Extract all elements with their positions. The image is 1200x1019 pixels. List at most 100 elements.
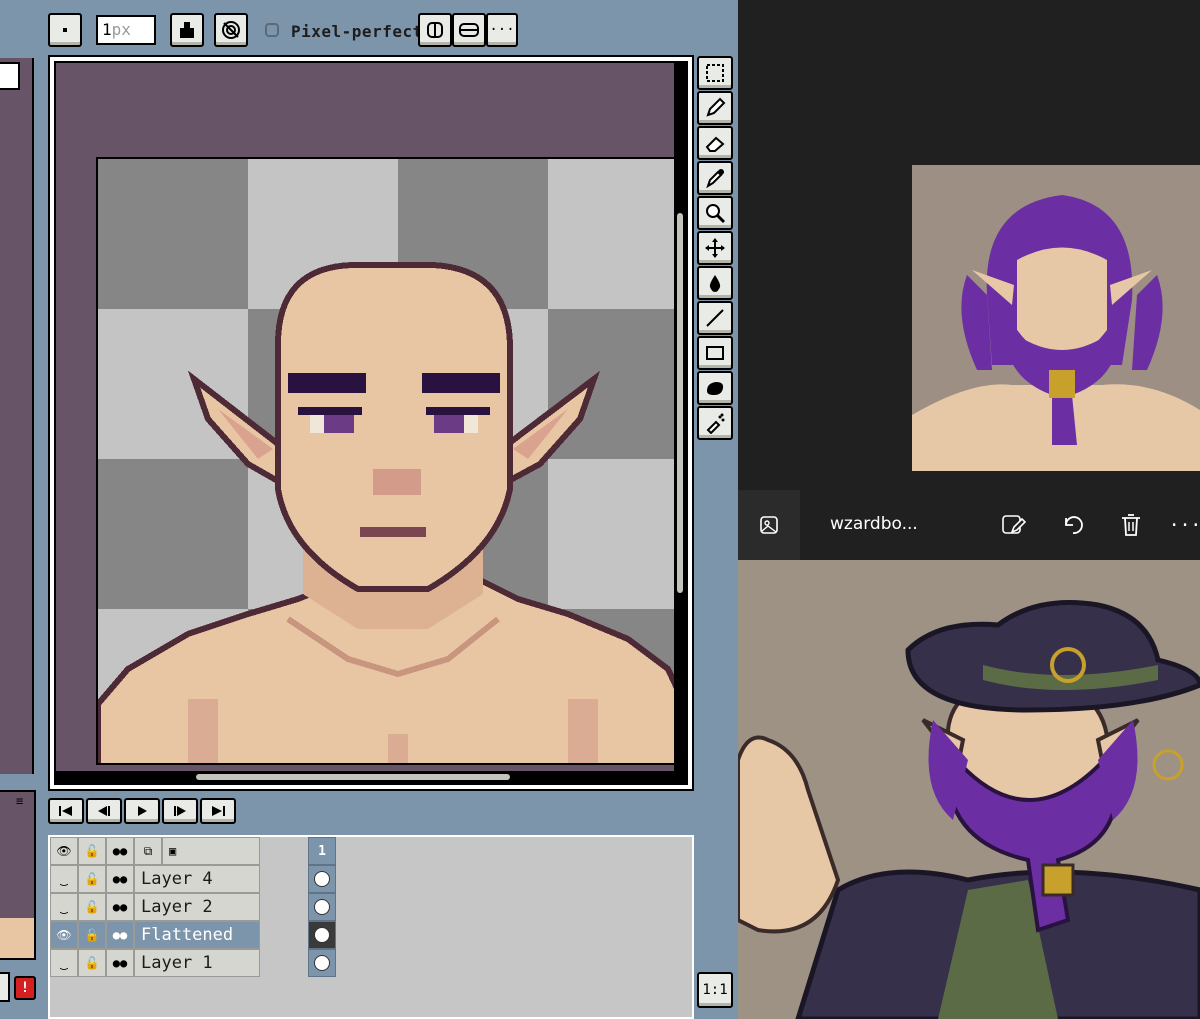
preview-panel <box>0 790 36 960</box>
edit-image-icon <box>1002 515 1026 534</box>
layer-row[interactable]: ‿ 🔓 ●● Layer 1 <box>50 949 288 977</box>
line-tool-button[interactable] <box>697 301 733 335</box>
layer-row[interactable]: ‿ 🔓 ●● Layer 2 <box>50 893 288 921</box>
hidden-eye-icon[interactable]: ‿ <box>50 893 78 921</box>
pencil-tool-button[interactable] <box>697 91 733 125</box>
layer-name[interactable]: Layer 2 <box>134 893 260 921</box>
elf-sprite <box>98 159 678 763</box>
lock-icon[interactable]: 🔓 <box>78 893 106 921</box>
horizontal-scroll-thumb[interactable] <box>196 774 510 780</box>
warning-icon[interactable]: ! <box>14 976 36 1000</box>
layer-name[interactable]: Layer 1 <box>134 949 260 977</box>
canvas-frame <box>48 55 694 791</box>
more-options-button[interactable]: ··· <box>486 13 518 47</box>
sprite-editor: 1px Pixel-perfect ··· ≡ ! 👁 🔓 ●● ⧉ ▣ 1 ‿… <box>0 0 738 1019</box>
frame-number[interactable]: 1 <box>308 837 336 865</box>
menu-icon[interactable]: ≡ <box>16 794 23 808</box>
delete-button[interactable] <box>1116 510 1146 540</box>
new-group-icon[interactable]: ▣ <box>162 837 260 865</box>
sprite-canvas[interactable] <box>96 157 680 765</box>
thumbnail-image[interactable] <box>912 165 1200 471</box>
horizontal-scrollbar[interactable] <box>56 771 686 783</box>
line-icon <box>706 309 724 327</box>
layer-row[interactable]: ‿ 🔓 ●● Layer 4 <box>50 865 288 893</box>
symmetry-horizontal-button[interactable] <box>418 13 452 47</box>
lock-icon[interactable]: 🔓 <box>78 949 106 977</box>
tool-column <box>697 56 735 441</box>
spray-tool-button[interactable] <box>697 406 733 440</box>
layer-row-selected[interactable]: 👁 🔓 ●● Flattened <box>50 921 288 949</box>
pixel-perfect-checkbox[interactable] <box>265 23 279 37</box>
symmetry-vertical-button[interactable] <box>452 13 486 47</box>
eye-icon[interactable]: 👁 <box>50 837 78 865</box>
next-frame-button[interactable] <box>162 798 198 824</box>
contour-tool-button[interactable] <box>697 371 733 405</box>
hidden-eye-icon[interactable]: ‿ <box>50 949 78 977</box>
layer-name[interactable]: Flattened <box>134 921 260 949</box>
next-frame-icon <box>174 806 186 816</box>
rectangle-icon <box>706 346 724 360</box>
ink-bottle-icon <box>180 22 194 38</box>
foreground-color-swatch[interactable] <box>0 62 20 90</box>
gallery-button[interactable] <box>738 490 800 560</box>
lock-icon[interactable]: 🔓 <box>78 921 106 949</box>
continuous-icon[interactable]: ●● <box>106 949 134 977</box>
link-icon[interactable]: ●● <box>106 837 134 865</box>
palette-panel <box>0 58 34 774</box>
layer-cel[interactable] <box>308 921 336 949</box>
vertical-scrollbar[interactable] <box>674 63 686 783</box>
fill-tool-button[interactable] <box>697 266 733 300</box>
layer-cel[interactable] <box>308 949 336 977</box>
cel-dot-icon <box>314 899 330 915</box>
eraser-tool-button[interactable] <box>697 126 733 160</box>
photo-viewer: wzardbo... ··· <box>738 0 1200 1019</box>
symmetry-icon <box>427 22 443 38</box>
rotate-button[interactable] <box>1058 510 1088 540</box>
cel-dot-icon <box>314 927 330 943</box>
file-title: wzardbo... <box>830 514 918 534</box>
zoom-tool-button[interactable] <box>697 196 733 230</box>
continuous-icon[interactable]: ●● <box>106 921 134 949</box>
continuous-icon[interactable]: ●● <box>106 893 134 921</box>
marquee-icon <box>706 64 724 82</box>
layer-name[interactable]: Layer 4 <box>134 865 260 893</box>
marquee-tool-button[interactable] <box>697 56 733 90</box>
last-frame-button[interactable] <box>200 798 236 824</box>
more-button[interactable]: ··· <box>1169 510 1200 540</box>
pixel-ratio-button[interactable]: 1:1 <box>697 972 733 1008</box>
move-tool-button[interactable] <box>697 231 733 265</box>
play-icon <box>138 806 147 816</box>
rectangle-tool-button[interactable] <box>697 336 733 370</box>
hidden-eye-icon[interactable]: ‿ <box>50 865 78 893</box>
layer-cel[interactable] <box>308 893 336 921</box>
preview-skin <box>0 918 34 958</box>
first-frame-button[interactable] <box>48 798 84 824</box>
eyedropper-icon <box>706 169 724 189</box>
brush-size-input[interactable]: 1px <box>96 15 156 45</box>
ink-button[interactable] <box>170 13 204 47</box>
opacity-icon <box>222 21 240 39</box>
edit-image-button[interactable] <box>998 510 1028 540</box>
add-layer-icon[interactable]: ⧉ <box>134 837 162 865</box>
canvas-workspace[interactable] <box>54 61 688 785</box>
layer-cel[interactable] <box>308 865 336 893</box>
playback-controls <box>48 798 236 824</box>
lock-icon[interactable]: 🔓 <box>78 865 106 893</box>
more-options-label: ··· <box>489 22 515 38</box>
opacity-button[interactable] <box>214 13 248 47</box>
previous-frame-button[interactable] <box>86 798 122 824</box>
left-small-button[interactable] <box>0 972 10 1002</box>
play-button[interactable] <box>124 798 160 824</box>
viewer-toolbar: wzardbo... ··· <box>738 490 1200 560</box>
contour-blob-icon <box>707 382 724 395</box>
pencil-icon <box>706 97 726 117</box>
eye-icon[interactable]: 👁 <box>50 921 78 949</box>
continuous-icon[interactable]: ●● <box>106 865 134 893</box>
eyedropper-tool-button[interactable] <box>697 161 733 195</box>
brush-size-value: 1 <box>102 20 112 39</box>
dot-brush-button[interactable] <box>48 13 82 47</box>
main-image[interactable] <box>738 560 1200 1019</box>
rotate-icon <box>1065 516 1083 534</box>
lock-icon[interactable]: 🔓 <box>78 837 106 865</box>
vertical-scroll-thumb[interactable] <box>677 213 683 593</box>
